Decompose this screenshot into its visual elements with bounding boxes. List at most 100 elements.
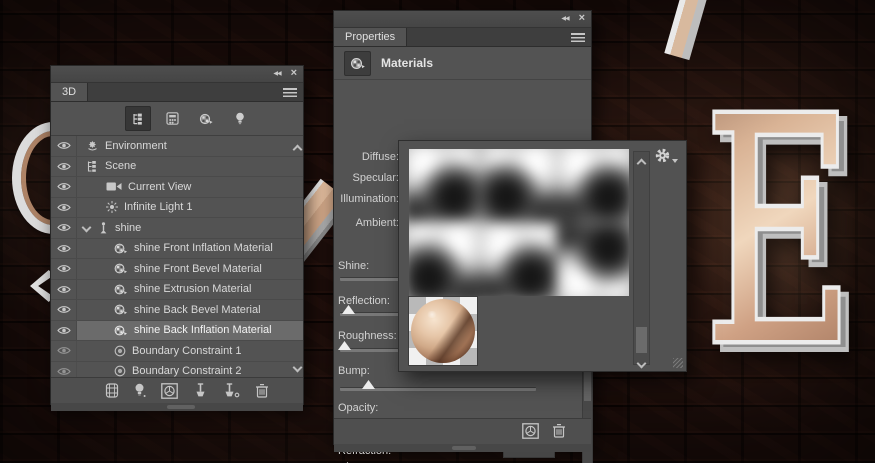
constraint-icon — [114, 365, 126, 377]
3d-row-shine-mesh[interactable]: shine — [51, 218, 303, 239]
scene-filter-icon[interactable] — [125, 106, 151, 131]
materials-section-header: Materials — [334, 47, 591, 80]
3d-row-constraint[interactable]: Boundary Constraint 1 — [51, 341, 303, 362]
opacity-label: Opacity: — [338, 402, 378, 414]
3d-panel-tabbar: 3D — [51, 83, 303, 102]
expand-chevron-icon[interactable] — [82, 223, 92, 233]
canvas-letter-fragment-top — [664, 0, 709, 60]
render-tool-icon[interactable] — [522, 423, 539, 439]
visibility-eye-icon[interactable] — [51, 198, 77, 218]
reflection-label: Reflection: — [338, 295, 390, 307]
material-thumbnail[interactable] — [409, 221, 480, 296]
resize-grip[interactable] — [673, 358, 683, 368]
visibility-eye-icon[interactable] — [51, 239, 77, 259]
panel-menu-icon[interactable] — [283, 88, 297, 97]
visibility-eye-icon[interactable] — [51, 136, 77, 156]
pin-tool-icon[interactable] — [193, 383, 208, 398]
visibility-eye-icon[interactable] — [51, 341, 77, 361]
row-label: Current View — [128, 181, 191, 193]
bump-label: Bump: — [338, 365, 370, 377]
materials-filter-icon[interactable] — [193, 106, 219, 131]
ambient-label: Ambient: — [336, 217, 399, 229]
row-label: shine Extrusion Material — [134, 283, 251, 295]
pin-plus-tool-icon[interactable] — [223, 383, 240, 398]
panel-menu-icon[interactable] — [571, 33, 585, 42]
roughness-label: Roughness: — [338, 330, 397, 342]
material-picker-popup — [398, 140, 687, 372]
3d-panel: ◀◀ × 3D — [50, 65, 304, 405]
illumination-label: Illumination: — [336, 193, 399, 205]
light-tool-icon[interactable] — [134, 383, 146, 398]
visibility-eye-icon[interactable] — [51, 177, 77, 197]
scroll-down-icon[interactable] — [293, 358, 301, 376]
visibility-eye-icon[interactable] — [51, 218, 77, 238]
material-thumbnail[interactable] — [409, 149, 480, 222]
mesh-tool-icon[interactable] — [105, 383, 119, 398]
3d-panel-toolbar — [51, 377, 303, 403]
photoshop-canvas: E E ◀◀ × 3D — [0, 0, 875, 463]
delete-tool-icon[interactable] — [552, 423, 566, 438]
lights-filter-icon[interactable] — [227, 106, 253, 131]
3d-panel-hscrollbar[interactable] — [51, 403, 303, 411]
3d-row-material[interactable]: shine Front Bevel Material — [51, 259, 303, 280]
3d-row-infinite-light[interactable]: Infinite Light 1 — [51, 198, 303, 219]
mesh-icon — [98, 222, 109, 234]
bump-slider[interactable] — [340, 387, 536, 391]
properties-panel-titlebar: ◀◀ × — [334, 11, 591, 28]
render-tool-icon[interactable] — [161, 383, 178, 399]
row-label: shine Back Inflation Material — [134, 324, 272, 336]
3d-filter-bar — [51, 102, 303, 136]
visibility-eye-icon[interactable] — [51, 157, 77, 177]
visibility-eye-icon[interactable] — [51, 280, 77, 300]
section-title: Materials — [381, 56, 433, 70]
close-panel-icon[interactable]: × — [579, 13, 585, 23]
canvas-letter-e: E E — [688, 88, 866, 356]
row-label: shine Front Bevel Material — [134, 263, 262, 275]
scroll-down-icon[interactable] — [637, 354, 645, 372]
material-thumbnail[interactable] — [557, 222, 629, 296]
selected-material-thumbnail[interactable] — [409, 297, 477, 365]
material-sphere-icon — [114, 304, 128, 315]
gear-icon[interactable] — [655, 148, 670, 163]
material-sphere-icon — [114, 325, 128, 336]
material-thumbnail[interactable] — [480, 223, 557, 297]
collapse-panel-icon[interactable]: ◀◀ — [561, 15, 568, 22]
3d-panel-titlebar: ◀◀ × — [51, 66, 303, 83]
meshes-filter-icon[interactable] — [159, 106, 185, 131]
slider-thumb[interactable] — [338, 341, 351, 350]
3d-row-constraint[interactable]: Boundary Constraint 2 — [51, 362, 303, 378]
close-panel-icon[interactable]: × — [291, 68, 297, 78]
visibility-eye-icon[interactable] — [51, 321, 77, 341]
delete-tool-icon[interactable] — [255, 383, 269, 398]
row-label: shine Front Inflation Material — [134, 242, 273, 254]
3d-row-current-view[interactable]: Current View — [51, 177, 303, 198]
3d-row-environment[interactable]: Environment — [51, 136, 303, 157]
3d-row-material[interactable]: shine Back Bevel Material — [51, 300, 303, 321]
dropdown-arrow-icon — [672, 159, 678, 163]
3d-row-material[interactable]: shine Extrusion Material — [51, 280, 303, 301]
3d-row-scene[interactable]: Scene — [51, 157, 303, 178]
scroll-up-icon[interactable] — [637, 154, 645, 172]
visibility-eye-icon[interactable] — [51, 362, 77, 378]
material-thumbnail[interactable] — [557, 149, 629, 222]
slider-thumb[interactable] — [362, 380, 375, 389]
visibility-eye-icon[interactable] — [51, 259, 77, 279]
material-sphere-icon — [114, 263, 128, 274]
camera-icon — [106, 182, 122, 191]
properties-hscrollbar[interactable] — [334, 444, 591, 452]
material-sphere-icon — [114, 284, 128, 295]
specular-label: Specular: — [336, 172, 399, 184]
picker-settings[interactable] — [655, 148, 678, 163]
tab-3d[interactable]: 3D — [51, 83, 88, 101]
visibility-eye-icon[interactable] — [51, 300, 77, 320]
3d-row-material-selected[interactable]: shine Back Inflation Material — [51, 321, 303, 342]
3d-row-material[interactable]: shine Front Inflation Material — [51, 239, 303, 260]
constraint-icon — [114, 345, 126, 357]
shine-label: Shine: — [338, 260, 369, 272]
material-thumbnail[interactable] — [480, 149, 557, 222]
collapse-panel-icon[interactable]: ◀◀ — [273, 70, 280, 77]
tab-properties[interactable]: Properties — [334, 28, 407, 46]
properties-toolbar — [334, 418, 591, 444]
picker-vscrollbar[interactable] — [633, 151, 650, 365]
scroll-up-icon[interactable] — [293, 140, 301, 158]
